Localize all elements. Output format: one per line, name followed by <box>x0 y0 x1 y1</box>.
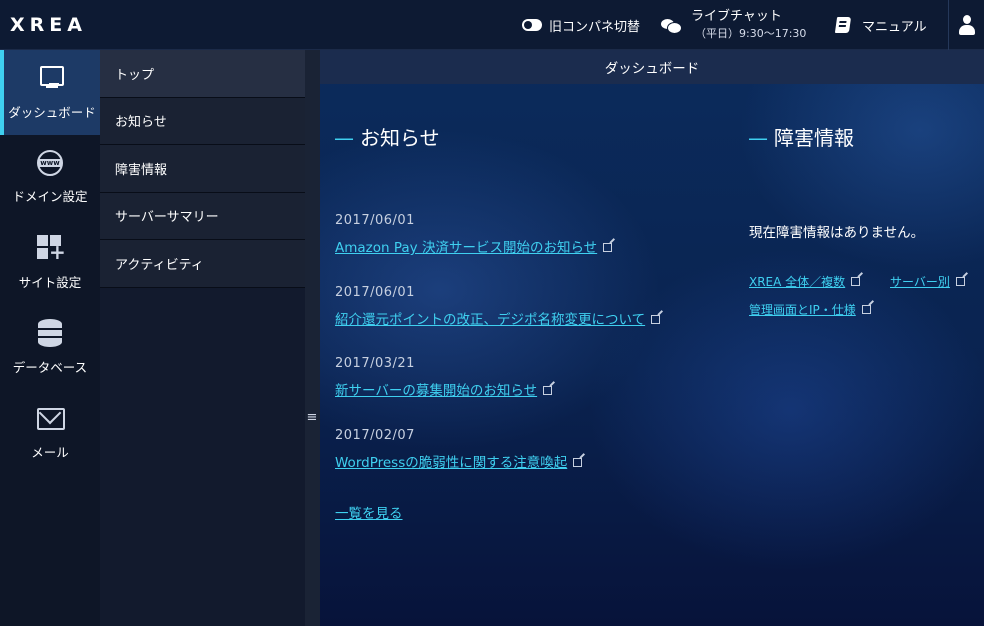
manual-button[interactable]: マニュアル <box>834 0 927 50</box>
news-date: 2017/06/01 <box>335 285 415 300</box>
monitor-icon <box>38 64 66 92</box>
user-icon <box>958 15 975 35</box>
grid-plus-icon <box>36 234 66 262</box>
top-bar: XREA 旧コンパネ切替 ライブチャット （平日）9:30～17:30 マニュア… <box>0 0 984 50</box>
news-date: 2017/02/07 <box>335 428 415 443</box>
subnav-item-activity[interactable]: アクティビティ <box>100 240 305 288</box>
news-link-text: WordPressの脆弱性に関する注意喚起 <box>335 455 568 471</box>
nav-domain-settings[interactable]: ドメイン設定 <box>0 135 100 220</box>
old-panel-toggle[interactable]: 旧コンパネ切替 <box>522 0 640 50</box>
live-chat-button[interactable]: ライブチャット （平日）9:30～17:30 <box>661 0 806 50</box>
main-nav: ダッシュボード ドメイン設定 サイト設定 データベース メール <box>0 50 100 626</box>
news-link-text: 紹介還元ポイントの改正、デジポ名称変更について <box>335 312 646 328</box>
news-link-text: 新サーバーの募集開始のお知らせ <box>335 383 538 399</box>
book-icon <box>834 17 852 33</box>
nav-mail[interactable]: メール <box>0 390 100 475</box>
nav-dashboard-label: ダッシュボード <box>8 105 96 120</box>
nav-dashboard[interactable]: ダッシュボード <box>0 50 100 135</box>
external-link-icon <box>851 277 861 286</box>
database-icon <box>36 319 64 347</box>
old-panel-toggle-label: 旧コンパネ切替 <box>549 19 641 35</box>
nav-site-settings-label: サイト設定 <box>18 275 82 290</box>
live-chat-label: ライブチャット <box>691 9 782 24</box>
sub-nav: トップ お知らせ 障害情報 サーバーサマリー アクティビティ <box>100 50 305 626</box>
chat-icon <box>661 17 682 34</box>
view-all-news-link[interactable]: 一覧を見る <box>335 502 403 522</box>
news-link[interactable]: Amazon Pay 決済サービス開始のお知らせ <box>335 236 613 256</box>
xrea-logo[interactable]: XREA <box>10 14 87 36</box>
page-title: ダッシュボード <box>320 50 984 84</box>
subnav-item-incidents[interactable]: 障害情報 <box>100 145 305 193</box>
external-link-icon <box>573 458 583 467</box>
nav-database[interactable]: データベース <box>0 305 100 390</box>
nav-site-settings[interactable]: サイト設定 <box>0 220 100 305</box>
news-link[interactable]: 紹介還元ポイントの改正、デジポ名称変更について <box>335 308 661 328</box>
news-date: 2017/03/21 <box>335 356 415 371</box>
incidents-title-dash: — <box>748 126 768 150</box>
incident-status-text: 現在障害情報はありません。 <box>749 225 925 241</box>
user-menu-button[interactable] <box>948 0 984 50</box>
hamburger-icon[interactable]: ≡ <box>306 411 318 425</box>
news-link[interactable]: WordPressの脆弱性に関する注意喚起 <box>335 451 583 471</box>
incident-link-text: XREA 全体／複数 <box>749 275 846 289</box>
news-section-title: — お知らせ <box>334 122 440 151</box>
mail-icon <box>36 404 65 432</box>
nav-database-label: データベース <box>12 360 88 375</box>
manual-label: マニュアル <box>862 19 927 35</box>
nav-mail-label: メール <box>31 445 69 460</box>
incident-link-text: サーバー別 <box>890 275 950 289</box>
external-link-icon <box>651 315 661 324</box>
external-link-icon <box>861 305 871 314</box>
news-link[interactable]: 新サーバーの募集開始のお知らせ <box>335 379 553 399</box>
incident-link-per-server[interactable]: サーバー別 <box>890 273 965 290</box>
sidebar-splitter[interactable] <box>305 50 320 626</box>
news-title-text: お知らせ <box>360 126 440 150</box>
main-content: ダッシュボード — お知らせ 2017/06/01 Amazon Pay 決済サー… <box>320 50 984 626</box>
news-link-text: Amazon Pay 決済サービス開始のお知らせ <box>335 240 598 256</box>
subnav-item-top[interactable]: トップ <box>100 50 305 98</box>
news-date: 2017/06/01 <box>335 213 415 228</box>
incident-link-xrea-all[interactable]: XREA 全体／複数 <box>749 273 861 290</box>
external-link-icon <box>543 386 553 395</box>
toggle-icon <box>522 19 542 31</box>
external-link-icon <box>603 243 613 252</box>
external-link-icon <box>955 277 965 286</box>
incident-link-admin-ip[interactable]: 管理画面とIP・仕様 <box>749 301 871 318</box>
www-globe-icon <box>37 150 63 176</box>
live-chat-hours: （平日）9:30～17:30 <box>695 27 807 40</box>
news-title-dash: — <box>334 126 354 150</box>
incident-link-text: 管理画面とIP・仕様 <box>749 303 856 317</box>
incidents-section-title: — 障害情報 <box>748 122 854 151</box>
subnav-item-server-summary[interactable]: サーバーサマリー <box>100 192 305 240</box>
incidents-title-text: 障害情報 <box>774 126 854 150</box>
nav-domain-settings-label: ドメイン設定 <box>12 189 88 204</box>
subnav-item-news[interactable]: お知らせ <box>100 97 305 145</box>
